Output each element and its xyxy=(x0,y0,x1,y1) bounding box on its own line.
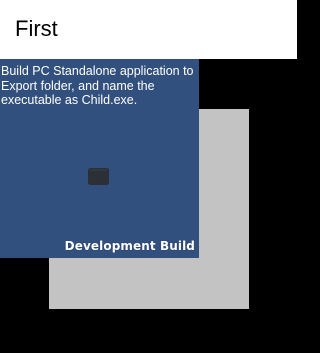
window-title: First xyxy=(15,16,58,41)
instruction-panel: Build PC Standalone application to Expor… xyxy=(0,59,199,258)
unity-cube-icon xyxy=(88,168,109,185)
title-bar[interactable]: First xyxy=(0,0,297,59)
development-build-badge: Development Build xyxy=(64,239,195,253)
instruction-text: Build PC Standalone application to Expor… xyxy=(1,64,194,107)
game-viewport[interactable]: Build PC Standalone application to Expor… xyxy=(0,59,297,353)
app-window: First Build PC Standalone application to… xyxy=(0,0,297,353)
